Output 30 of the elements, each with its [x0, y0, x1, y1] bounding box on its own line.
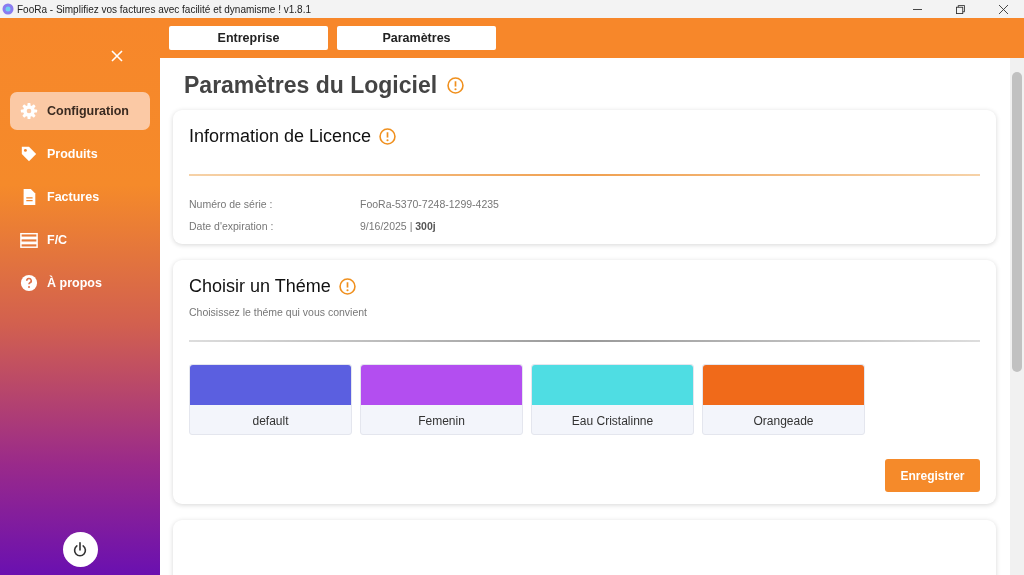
app-logo-icon: [2, 3, 14, 15]
theme-option[interactable]: Femenin: [360, 364, 523, 435]
field-label: Numéro de série :: [189, 198, 274, 210]
card-title: Choisir un Théme: [189, 276, 331, 297]
question-icon: [20, 274, 38, 292]
field-value: FooRa-5370-7248-1299-4235: [360, 198, 499, 210]
tab[interactable]: Entreprise: [169, 26, 328, 50]
close-icon[interactable]: [999, 4, 1008, 14]
power-button[interactable]: [62, 532, 98, 567]
tab[interactable]: Paramètres: [337, 26, 496, 50]
scrollbar-thumb[interactable]: [1012, 72, 1022, 372]
list-icon: [20, 231, 38, 249]
scrollbar[interactable]: [1010, 58, 1024, 575]
tag-icon: [20, 145, 38, 163]
theme-option[interactable]: Orangeade: [702, 364, 865, 435]
theme-option[interactable]: default: [189, 364, 352, 435]
nav-item[interactable]: Configuration: [10, 92, 150, 130]
info-icon: [379, 128, 397, 145]
info-icon: [338, 278, 356, 295]
restore-icon[interactable]: [956, 4, 965, 14]
window-title: FooRa - Simplifiez vos factures avec facilité et dynamisme ! v1.8.1: [17, 3, 311, 15]
theme-option[interactable]: Eau Cristalinne: [531, 364, 694, 435]
power-icon: [71, 540, 89, 559]
field-label: Date d'expiration :: [189, 220, 275, 232]
page-title: Paramètres du Logiciel: [184, 72, 438, 99]
card-subtitle: Choisissez le théme qui vous convient: [189, 306, 368, 318]
info-icon: [447, 77, 465, 94]
field-value: 9/16/2025 | 300j: [360, 220, 436, 232]
card-title: Information de Licence: [189, 126, 372, 147]
gear-icon: [20, 102, 38, 120]
